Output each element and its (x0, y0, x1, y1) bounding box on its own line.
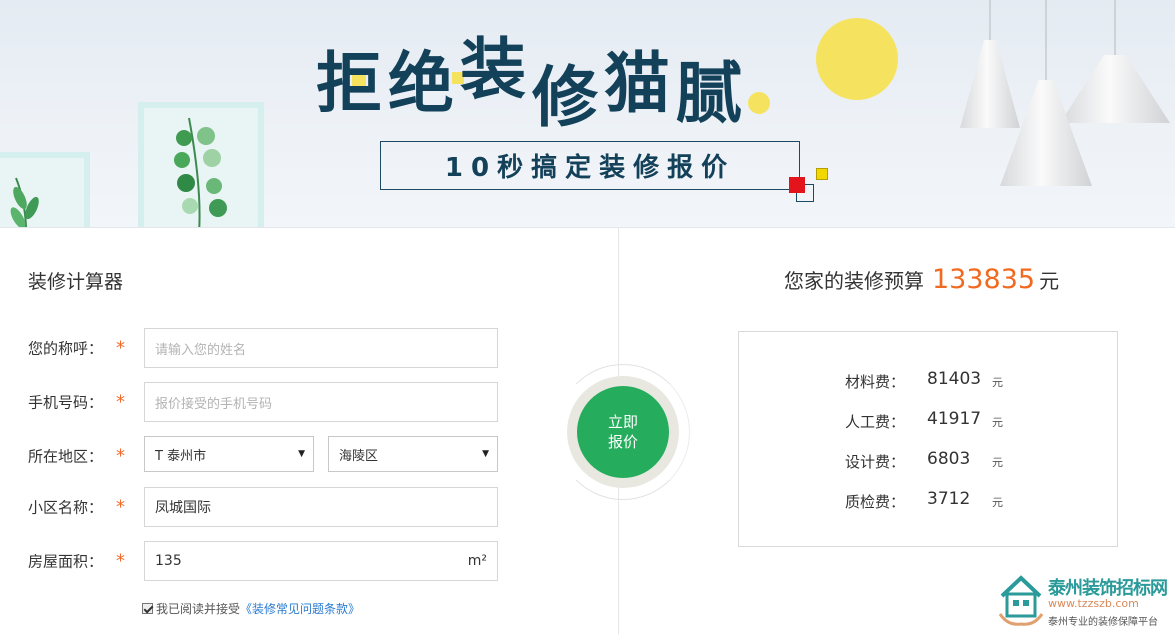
budget-summary: 您家的装修预算 133835 元 (784, 264, 1059, 295)
name-label: 您的称呼： (28, 339, 104, 358)
pendant-lamp-icon (1060, 55, 1170, 123)
phone-label: 手机号码： (28, 393, 104, 412)
city-select-value: T 泰州市 (155, 448, 207, 464)
phone-row: 手机号码： * 报价接受的手机号码 (28, 382, 508, 422)
fee-row: 人工费： 41917 元 (845, 409, 1045, 433)
get-quote-button[interactable]: 立即 报价 (577, 386, 669, 478)
fee-unit: 元 (992, 416, 1003, 429)
hero-banner: 拒绝装修猫腻 10秒搞定装修报价 (0, 0, 1175, 228)
required-star: * (116, 550, 125, 572)
area-input[interactable]: 135 m² (144, 541, 498, 581)
pendant-lamp-icon (960, 40, 1020, 128)
headline-char: 拒 (316, 44, 388, 122)
community-row: 小区名称： * 凤城国际 (28, 487, 508, 527)
fee-label: 设计费： (845, 453, 906, 471)
budget-total: 133835 (932, 264, 1036, 295)
district-select[interactable]: 海陵区 ▼ (328, 436, 498, 472)
banner-headline: 拒绝装修猫腻 (316, 30, 748, 136)
required-star: * (116, 337, 125, 359)
site-watermark: 泰州装饰招标网 www.tzzszb.com 泰州专业的装修保障平台 (998, 572, 1170, 632)
get-quote-line2: 报价 (607, 433, 638, 451)
lamp-cord (989, 0, 991, 42)
yellow-dot-decoration (748, 92, 770, 114)
fee-value: 6803 (927, 449, 971, 469)
plant-frame-right (138, 102, 264, 227)
headline-char: 绝 (388, 44, 460, 122)
budget-prefix: 您家的装修预算 (784, 269, 924, 293)
fee-label: 材料费： (845, 373, 906, 391)
phone-input[interactable]: 报价接受的手机号码 (144, 382, 498, 422)
get-quote-line1: 立即 (607, 413, 638, 431)
calculator-title: 装修计算器 (28, 271, 124, 293)
fee-breakdown-panel: 材料费： 81403 元 人工费： 41917 元 设计费： 6803 元 质检… (738, 331, 1118, 547)
fee-value: 3712 (927, 489, 971, 509)
fee-label: 人工费： (845, 413, 906, 431)
fee-unit: 元 (992, 456, 1003, 469)
area-input-value: 135 (155, 553, 182, 569)
plant-frame-left (0, 152, 90, 227)
fee-row: 质检费： 3712 元 (845, 489, 1045, 513)
required-star: * (116, 445, 125, 467)
area-unit: m² (467, 553, 487, 569)
lamp-cord (1045, 0, 1047, 82)
agreement-checkbox[interactable] (142, 603, 153, 614)
headline-char: 修 (532, 58, 604, 136)
fee-row: 设计费： 6803 元 (845, 449, 1045, 473)
house-logo-icon (998, 575, 1044, 626)
area-row: 房屋面积： * 135 m² (28, 541, 508, 581)
required-star: * (116, 391, 125, 413)
fee-unit: 元 (992, 376, 1003, 389)
page: 拒绝装修猫腻 10秒搞定装修报价 装修计算器 您的称呼： * 请输入您的姓名 手… (0, 0, 1175, 634)
lamp-cord (1114, 0, 1116, 57)
terms-link[interactable]: 《装修常见问题条款》 (240, 600, 360, 617)
red-square-decoration (789, 177, 805, 193)
area-label: 房屋面积： (28, 552, 104, 571)
fee-label: 质检费： (845, 493, 906, 511)
chevron-down-icon: ▼ (482, 449, 489, 459)
fee-unit: 元 (992, 496, 1003, 509)
agreement-row: 我已阅读并接受 《装修常见问题条款》 (142, 600, 360, 617)
headline-char: 装 (460, 30, 532, 108)
yellow-square-decoration (816, 168, 828, 180)
watermark-url: www.tzzszb.com (1048, 597, 1139, 610)
fee-value: 81403 (927, 369, 982, 389)
agreement-text: 我已阅读并接受 (156, 602, 241, 616)
banner-subtitle: 10秒搞定装修报价 (380, 141, 800, 190)
district-select-value: 海陵区 (339, 448, 379, 464)
city-select[interactable]: T 泰州市 ▼ (144, 436, 314, 472)
required-star: * (116, 496, 125, 518)
headline-char: 猫 (604, 44, 676, 122)
budget-suffix: 元 (1039, 269, 1060, 293)
region-row: 所在地区： * T 泰州市 ▼ 海陵区 ▼ (28, 436, 508, 476)
region-label: 所在地区： (28, 447, 104, 466)
sun-circle-decoration (816, 18, 898, 100)
chevron-down-icon: ▼ (298, 449, 305, 459)
name-input[interactable]: 请输入您的姓名 (144, 328, 498, 368)
headline-char: 腻 (676, 54, 748, 132)
fee-value: 41917 (927, 409, 982, 429)
watermark-slogan: 泰州专业的装修保障平台 (1048, 617, 1158, 628)
fee-row: 材料费： 81403 元 (845, 369, 1045, 393)
name-row: 您的称呼： * 请输入您的姓名 (28, 328, 508, 368)
community-label: 小区名称： (28, 498, 104, 517)
community-input[interactable]: 凤城国际 (144, 487, 498, 527)
